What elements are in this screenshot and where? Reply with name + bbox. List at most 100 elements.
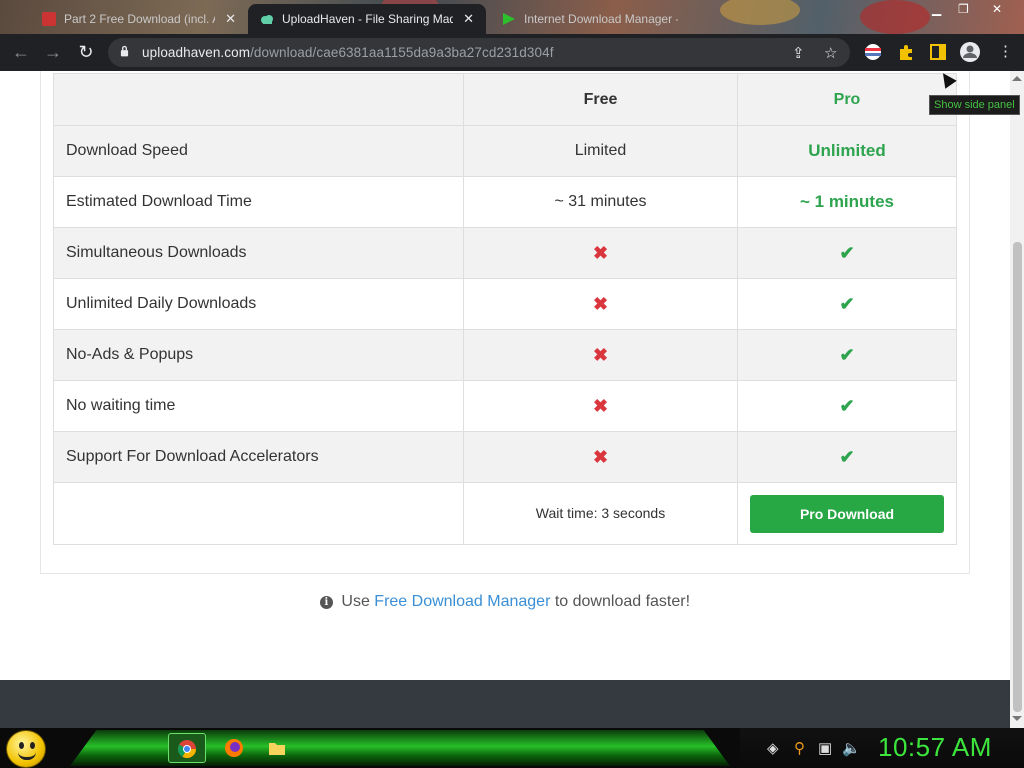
feature-label: Simultaneous Downloads — [53, 227, 464, 279]
check-icon: ✔ — [839, 395, 855, 416]
taskbar-chrome-icon[interactable] — [168, 733, 206, 763]
idm-favicon-icon — [503, 13, 515, 25]
url-host: uploadhaven.com — [142, 45, 251, 60]
address-bar[interactable]: uploadhaven.com/download/cae6381aa1155da… — [108, 38, 850, 67]
taskbar-folder-icon[interactable] — [263, 735, 291, 761]
reload-icon[interactable]: ↻ — [75, 41, 97, 63]
maximize-icon[interactable]: ❐ — [958, 2, 969, 16]
table-row: No waiting time ✖ ✔ — [53, 380, 957, 432]
close-window-icon[interactable]: ✕ — [992, 2, 1002, 16]
table-row: Simultaneous Downloads ✖ ✔ — [53, 227, 957, 279]
table-row: No-Ads & Popups ✖ ✔ — [53, 329, 957, 381]
pro-download-button[interactable]: Pro Download — [750, 494, 944, 533]
check-icon: ✔ — [839, 344, 855, 365]
feature-label: No waiting time — [53, 380, 464, 432]
mouth — [18, 752, 36, 760]
flag-extension-icon[interactable] — [864, 43, 882, 61]
free-download-manager-link[interactable]: Free Download Manager — [374, 593, 550, 610]
cross-icon: ✖ — [592, 446, 609, 467]
page-footer — [0, 680, 1010, 728]
table-row: Support For Download Accelerators ✖ ✔ — [53, 431, 957, 483]
eye — [19, 742, 24, 749]
wallpaper-splash — [720, 0, 800, 25]
free-value: Limited — [463, 125, 738, 177]
profile-avatar-icon[interactable] — [959, 41, 981, 63]
action-row: Wait time: 3 seconds Pro Download — [53, 482, 957, 545]
url-text[interactable]: uploadhaven.com/download/cae6381aa1155da… — [142, 45, 554, 60]
share-icon[interactable]: ⇪ — [792, 44, 805, 62]
header-feature-cell — [53, 73, 464, 126]
red-favicon-icon — [42, 12, 56, 26]
side-panel-tooltip: Show side panel — [929, 95, 1020, 115]
pro-value: ✔ — [737, 380, 957, 432]
tip-prefix: Use — [341, 593, 370, 610]
info-icon: i — [319, 596, 333, 609]
cloud-favicon-icon — [261, 15, 273, 24]
free-value: ~ 31 minutes — [463, 176, 738, 228]
feature-label: Download Speed — [53, 125, 464, 177]
pro-value: ✔ — [737, 329, 957, 381]
scrollbar-thumb[interactable] — [1013, 242, 1022, 712]
tab-title: Part 2 Free Download (incl. Ac — [64, 12, 216, 26]
table-row: Unlimited Daily Downloads ✖ ✔ — [53, 278, 957, 330]
close-tab-icon[interactable]: ✕ — [463, 11, 474, 27]
menu-kebab-icon[interactable]: ⋮ — [998, 42, 1013, 60]
feature-label: Support For Download Accelerators — [53, 431, 464, 483]
tip-suffix: to download faster! — [554, 593, 691, 610]
check-icon: ✔ — [839, 242, 855, 263]
check-icon: ✔ — [839, 446, 855, 467]
taskbar-firefox-icon[interactable] — [220, 735, 248, 761]
forward-arrow-icon[interactable]: → — [42, 41, 64, 63]
cross-icon: ✖ — [592, 395, 609, 416]
close-tab-icon[interactable]: ✕ — [225, 11, 236, 27]
free-value: ✖ — [463, 431, 738, 483]
cross-icon: ✖ — [592, 293, 609, 314]
scroll-up-arrow-icon[interactable] — [1012, 76, 1022, 81]
free-value: ✖ — [463, 227, 738, 279]
tab-part2[interactable]: Part 2 Free Download (incl. Ac ✕ — [30, 4, 248, 34]
feature-label: Estimated Download Time — [53, 176, 464, 228]
cross-icon: ✖ — [592, 242, 609, 263]
cross-icon: ✖ — [592, 344, 609, 365]
wait-time-cell: Wait time: 3 seconds — [463, 482, 738, 545]
tab-idm[interactable]: Internet Download Manager - Th — [490, 4, 690, 34]
tray-volume-icon[interactable]: 🔈 — [842, 739, 861, 757]
header-free: Free — [463, 73, 738, 126]
wallpaper-splash — [860, 0, 930, 34]
folder-icon — [269, 743, 285, 755]
download-tip: i Use Free Download Manager to download … — [0, 593, 1010, 611]
pro-value: ✔ — [737, 227, 957, 279]
url-path: /download/cae6381aa1155da9a3ba27cd231d30… — [250, 45, 554, 60]
side-panel-icon[interactable] — [929, 43, 947, 61]
feature-label: No-Ads & Popups — [53, 329, 464, 381]
table-row: Download Speed Limited Unlimited — [53, 125, 957, 177]
pro-value: ✔ — [737, 278, 957, 330]
back-arrow-icon[interactable]: ← — [10, 41, 32, 63]
tab-uploadhaven[interactable]: UploadHaven - File Sharing Mad ✕ — [248, 4, 486, 34]
tray-search-icon[interactable]: ⚲ — [794, 739, 805, 757]
chrome-icon — [178, 740, 196, 759]
extensions-puzzle-icon[interactable] — [897, 43, 915, 61]
browser-toolbar: ← → ↻ uploadhaven.com/download/cae6381aa… — [0, 34, 1024, 71]
free-value: ✖ — [463, 278, 738, 330]
feature-label: Unlimited Daily Downloads — [53, 278, 464, 330]
pro-download-cell: Pro Download — [737, 482, 957, 545]
free-value: ✖ — [463, 329, 738, 381]
table-header-row: Free Pro — [53, 73, 957, 126]
eye — [30, 742, 35, 749]
minimize-icon[interactable]: ▁ — [932, 2, 941, 16]
empty-cell — [53, 482, 464, 545]
start-smiley-icon[interactable] — [6, 730, 46, 768]
taskbar-clock[interactable]: 10:57 AM — [878, 732, 992, 763]
free-value: ✖ — [463, 380, 738, 432]
check-icon: ✔ — [839, 293, 855, 314]
tab-strip: Part 2 Free Download (incl. Ac ✕ UploadH… — [0, 0, 1024, 34]
table-row: Estimated Download Time ~ 31 minutes ~ 1… — [53, 176, 957, 228]
scroll-down-arrow-icon[interactable] — [1012, 716, 1022, 721]
lock-icon — [120, 45, 129, 57]
bookmark-star-icon[interactable]: ☆ — [824, 44, 837, 62]
page-content: Free Pro Download Speed Limited Unlimite… — [0, 71, 1010, 728]
tray-network-icon[interactable]: ◈ — [767, 739, 779, 757]
os-taskbar: ◈ ⚲ ▣ 🔈 10:57 AM — [0, 728, 1024, 768]
tray-display-icon[interactable]: ▣ — [818, 739, 832, 757]
